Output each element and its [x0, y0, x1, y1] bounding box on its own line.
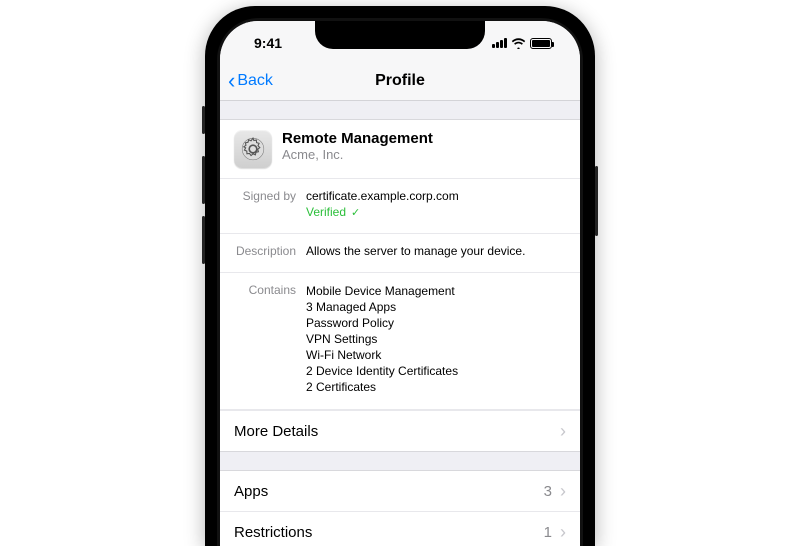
phone-frame: 9:41 ‹ Back Profile	[205, 6, 595, 546]
contains-list: Mobile Device Management 3 Managed Apps …	[306, 283, 458, 395]
contains-item: 3 Managed Apps	[306, 299, 458, 315]
notch	[315, 21, 485, 49]
checkmark-icon: ✓	[351, 206, 360, 219]
cellular-signal-icon	[492, 38, 507, 48]
signed-by-label: Signed by	[234, 189, 296, 219]
contains-item: Mobile Device Management	[306, 283, 458, 299]
nav-bar: ‹ Back Profile	[220, 61, 580, 101]
description-block: Description Allows the server to manage …	[220, 234, 580, 273]
description-value: Allows the server to manage your device.	[306, 244, 525, 258]
restrictions-count: 1	[544, 524, 552, 541]
restrictions-label: Restrictions	[234, 524, 312, 541]
chevron-left-icon: ‹	[228, 70, 235, 92]
contains-item: Password Policy	[306, 315, 458, 331]
contains-block: Contains Mobile Device Management 3 Mana…	[220, 273, 580, 410]
chevron-right-icon: ›	[560, 482, 566, 500]
wifi-icon	[511, 38, 526, 49]
contains-label: Contains	[234, 283, 296, 395]
description-label: Description	[234, 244, 296, 258]
profile-organization: Acme, Inc.	[282, 147, 433, 162]
content: Remote Management Acme, Inc. Signed by c…	[220, 101, 580, 546]
settings-gear-icon	[234, 130, 272, 168]
battery-icon	[530, 38, 552, 49]
volume-down-button	[202, 216, 205, 264]
verified-label: Verified	[306, 205, 346, 219]
chevron-right-icon: ›	[560, 523, 566, 541]
chevron-right-icon: ›	[560, 422, 566, 440]
restrictions-row[interactable]: Restrictions 1 ›	[220, 511, 580, 546]
page-title: Profile	[375, 72, 425, 90]
contains-item: Wi-Fi Network	[306, 347, 458, 363]
verified-badge: Verified ✓	[306, 205, 459, 219]
related-group: Apps 3 › Restrictions 1 ›	[220, 470, 580, 546]
more-details-row[interactable]: More Details ›	[220, 410, 580, 452]
apps-count: 3	[544, 483, 552, 500]
mute-switch	[202, 106, 205, 134]
back-label: Back	[237, 72, 273, 90]
apps-label: Apps	[234, 483, 268, 500]
screen: 9:41 ‹ Back Profile	[220, 21, 580, 546]
volume-up-button	[202, 156, 205, 204]
apps-row[interactable]: Apps 3 ›	[220, 470, 580, 511]
signed-by-block: Signed by certificate.example.corp.com V…	[220, 179, 580, 234]
more-details-label: More Details	[234, 423, 318, 440]
back-button[interactable]: ‹ Back	[228, 70, 273, 92]
power-button	[595, 166, 598, 236]
signed-by-value: certificate.example.corp.com	[306, 189, 459, 203]
profile-header: Remote Management Acme, Inc.	[220, 119, 580, 179]
status-time: 9:41	[244, 35, 282, 51]
contains-item: 2 Device Identity Certificates	[306, 363, 458, 379]
profile-title: Remote Management	[282, 130, 433, 147]
contains-item: 2 Certificates	[306, 379, 458, 395]
contains-item: VPN Settings	[306, 331, 458, 347]
